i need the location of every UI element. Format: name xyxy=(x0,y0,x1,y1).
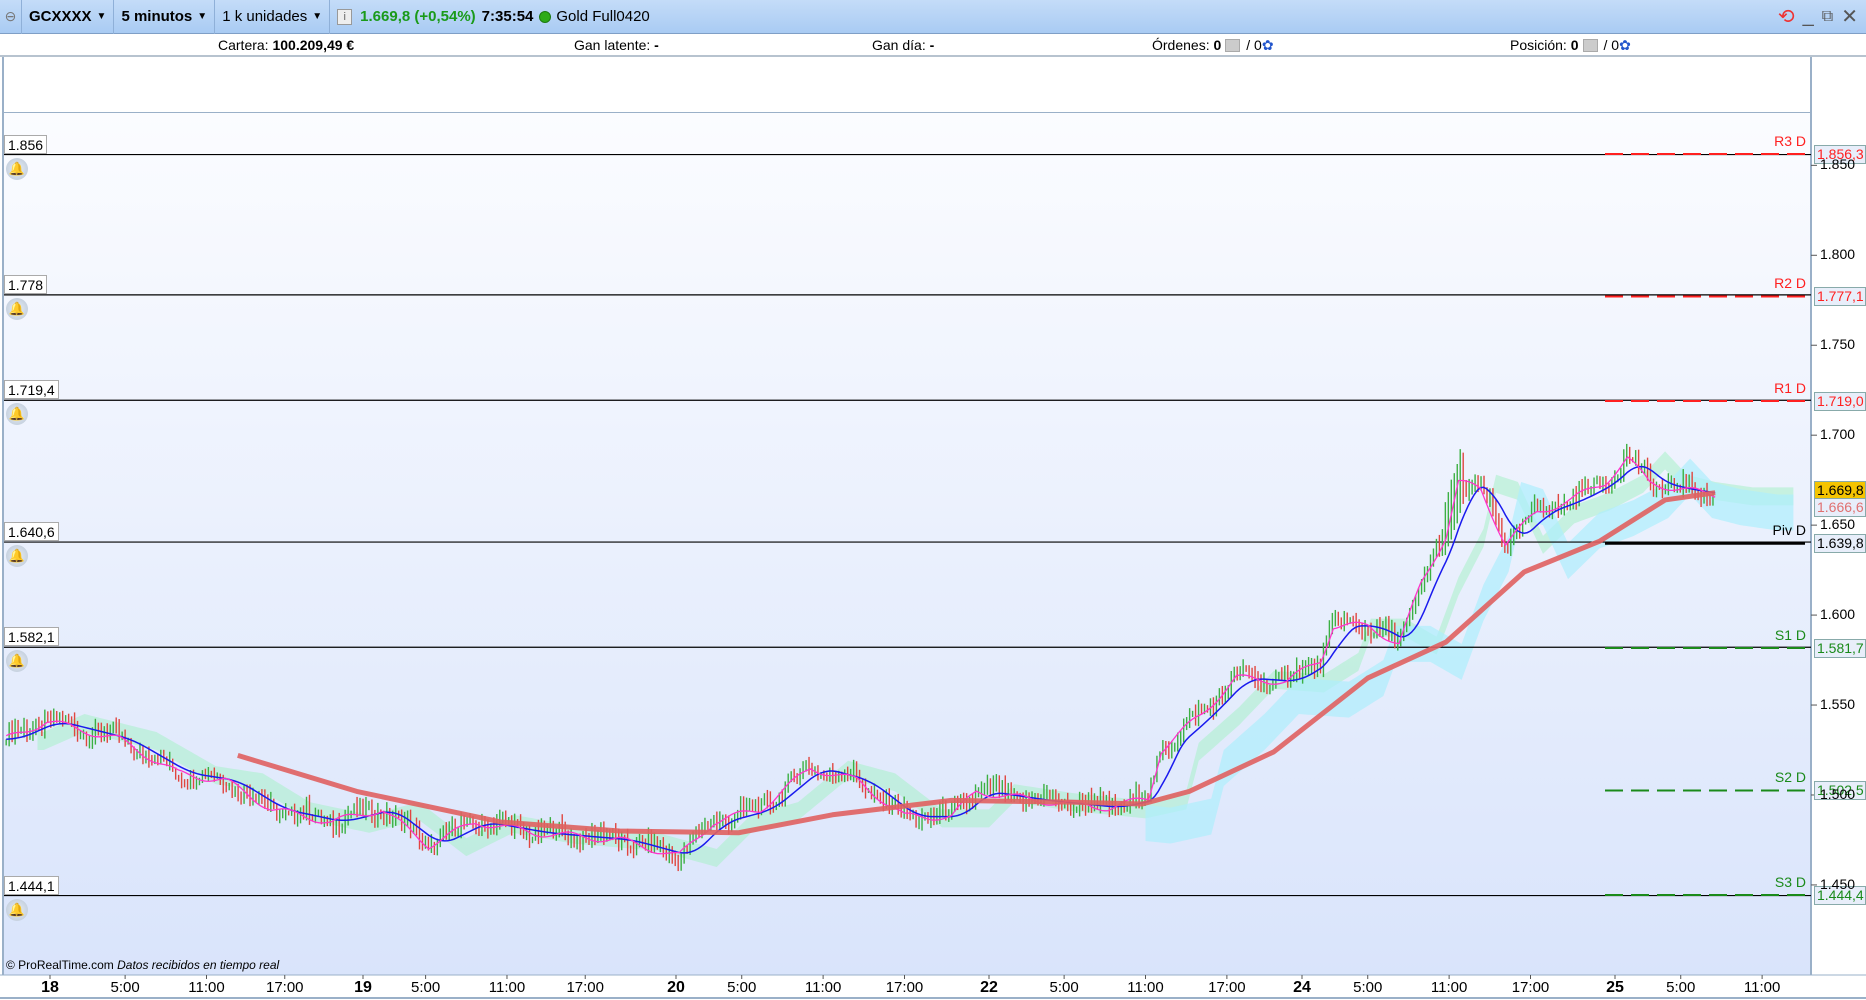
x-tick-label: 19 xyxy=(354,979,372,996)
level-label[interactable]: 1.856 xyxy=(4,134,48,154)
x-tick-label: 17:00 xyxy=(885,979,924,996)
y-tick-label: 1.800 xyxy=(1820,246,1856,263)
bell-icon[interactable]: 🔔 xyxy=(6,157,28,180)
bell-icon[interactable]: 🔔 xyxy=(6,545,28,568)
x-tick-label: 11:00 xyxy=(1743,979,1781,996)
level-label[interactable]: 1.582,1 xyxy=(4,627,59,647)
pivot-name: R2 D xyxy=(1774,275,1806,292)
pivot-price-label: 1.581,7 xyxy=(1814,639,1866,658)
x-tick-label: 5:00 xyxy=(1666,979,1696,996)
x-tick-label: 22 xyxy=(980,979,998,996)
pivot-name: R3 D xyxy=(1774,133,1806,149)
pivot-name: R1 D xyxy=(1774,380,1806,396)
pivot-price-label: 1.719,0 xyxy=(1814,392,1866,411)
x-tick-label: 20 xyxy=(667,979,685,996)
y-tick-label: 1.600 xyxy=(1820,606,1856,623)
x-tick-label: 5:00 xyxy=(110,979,140,996)
level-label[interactable]: 1.719,4 xyxy=(4,380,59,400)
x-tick-label: 5:00 xyxy=(410,979,441,996)
pivot-price-label: 1.639,8 xyxy=(1814,534,1866,554)
level-label[interactable]: 1.640,6 xyxy=(4,522,59,542)
x-tick-label: 17:00 xyxy=(1208,979,1246,996)
y-tick-label: 1.850 xyxy=(1820,156,1856,173)
x-tick-label: 17:00 xyxy=(265,979,304,996)
bell-icon[interactable]: 🔔 xyxy=(6,898,28,921)
y-tick-label: 1.550 xyxy=(1820,696,1856,713)
pivot-name: Piv D xyxy=(1772,522,1806,539)
x-tick-label: 11:00 xyxy=(1127,979,1164,996)
level-label[interactable]: 1.444,1 xyxy=(4,875,59,895)
pivot-name: S2 D xyxy=(1774,769,1806,786)
pivot-name: S3 D xyxy=(1774,874,1806,890)
bell-icon[interactable]: 🔔 xyxy=(6,297,28,320)
x-tick-label: 11:00 xyxy=(188,979,225,996)
level-label[interactable]: 1.778 xyxy=(4,274,48,294)
x-tick-label: 25 xyxy=(1606,979,1624,996)
x-tick-label: 11:00 xyxy=(1430,979,1468,996)
y-tick-label: 1.650 xyxy=(1820,516,1856,533)
x-tick-label: 5:00 xyxy=(1049,979,1079,996)
y-tick-label: 1.750 xyxy=(1820,336,1856,353)
last-price-label: 1.669,8 xyxy=(1814,480,1866,500)
pivot-price-label: 1.777,1 xyxy=(1814,287,1866,307)
y-tick-label: 1.450 xyxy=(1820,875,1856,892)
y-tick-label: 1.500 xyxy=(1820,785,1856,802)
pivot-name: S1 D xyxy=(1774,627,1806,643)
x-tick-label: 11:00 xyxy=(488,979,526,996)
y-tick-label: 1.700 xyxy=(1820,426,1856,443)
x-tick-label: 11:00 xyxy=(804,979,842,996)
x-tick-label: 18 xyxy=(41,979,59,996)
x-tick-label: 17:00 xyxy=(1511,979,1550,996)
x-tick-label: 5:00 xyxy=(1353,979,1383,996)
x-tick-label: 5:00 xyxy=(727,979,757,996)
x-tick-label: 17:00 xyxy=(566,979,604,996)
sma-price-label: 1.666,6 xyxy=(1814,498,1866,518)
price-chart[interactable] xyxy=(0,0,1866,1000)
footer-credit: © ProRealTime.com Datos recibidos en tie… xyxy=(6,958,280,972)
x-tick-label: 24 xyxy=(1293,979,1311,996)
